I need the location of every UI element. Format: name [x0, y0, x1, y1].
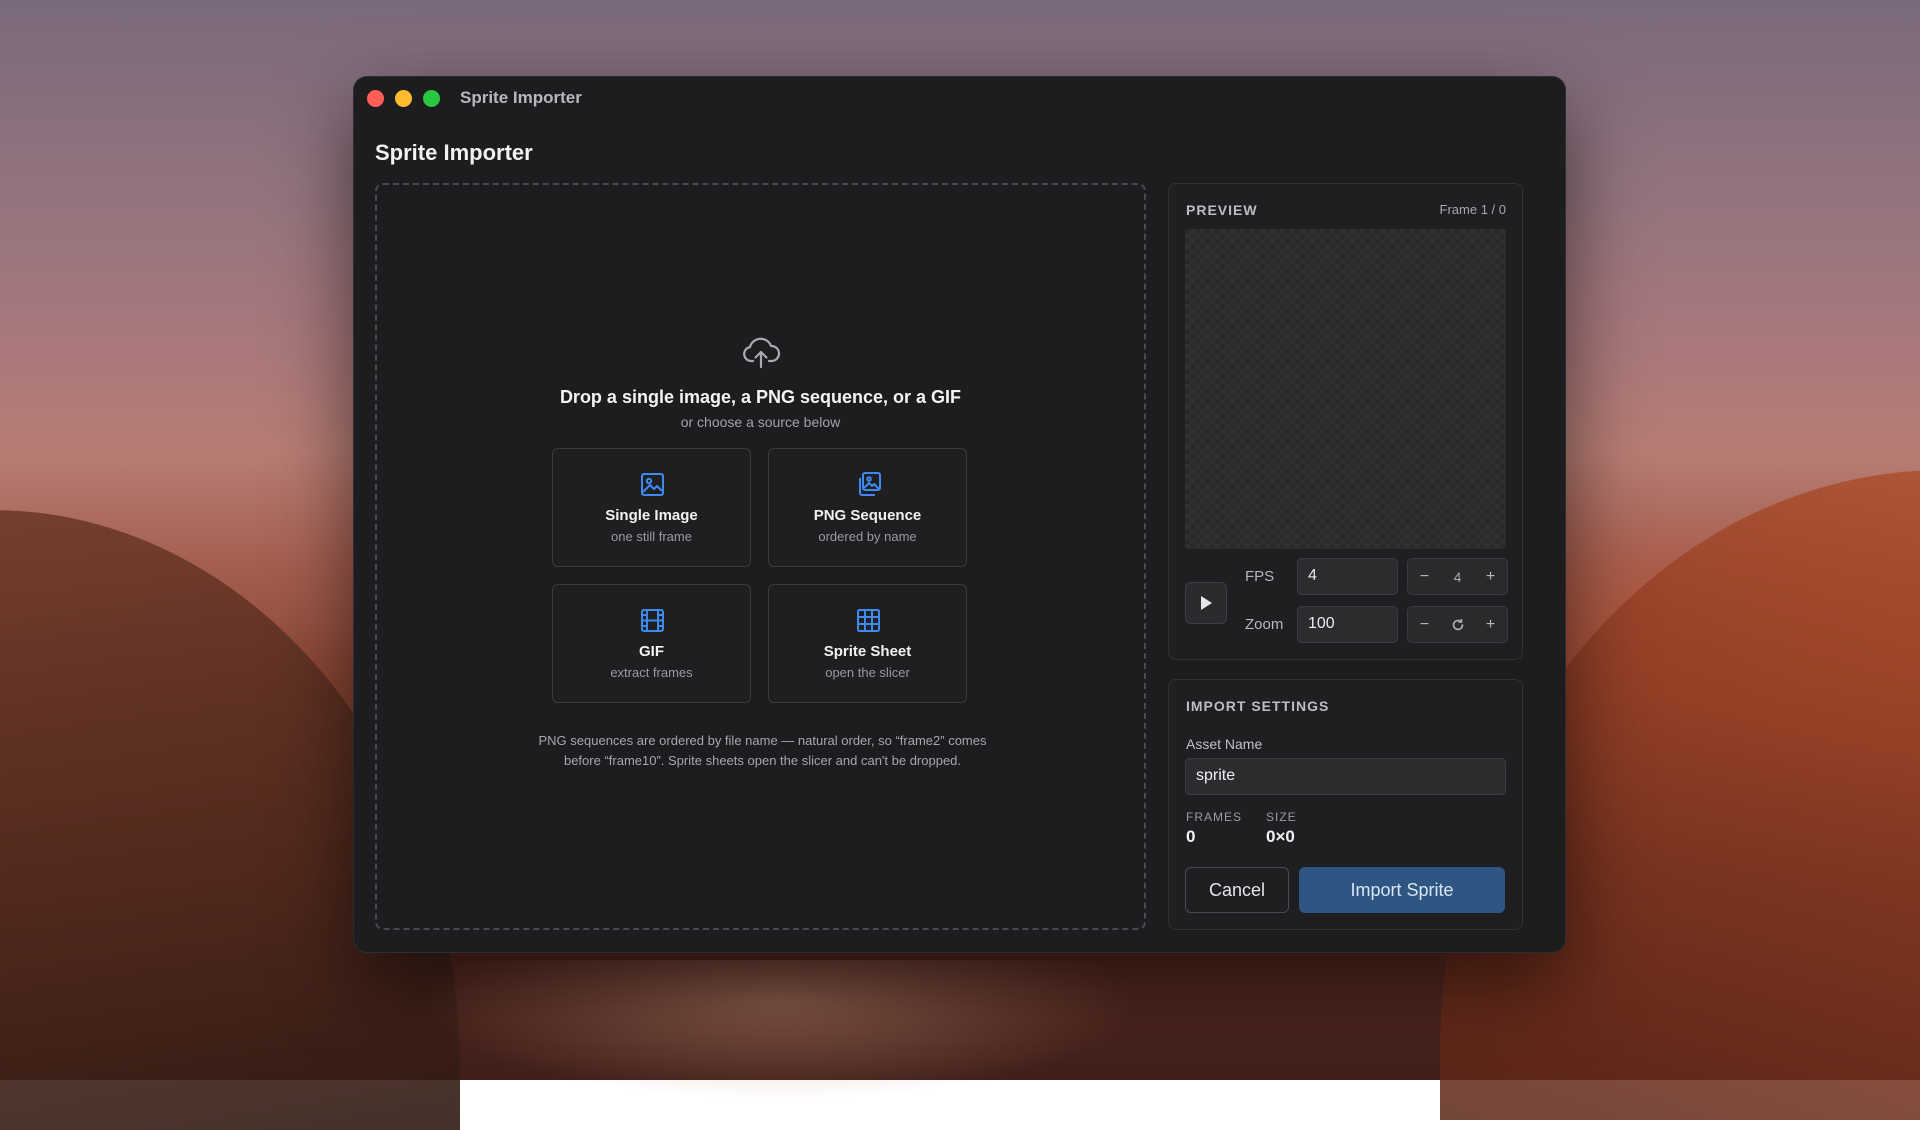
play-icon — [1201, 596, 1212, 610]
preview-panel: PREVIEW Frame 1 / 0 FPS 4 − 4 + Zoom 100… — [1168, 183, 1523, 660]
image-icon — [641, 473, 664, 496]
frame-counter: Frame 1 / 0 — [1439, 202, 1506, 217]
fps-input[interactable]: 4 — [1297, 558, 1398, 595]
title-bar[interactable]: Sprite Importer — [353, 76, 1566, 120]
import-settings-heading: IMPORT SETTINGS — [1186, 698, 1330, 714]
play-button[interactable] — [1185, 582, 1227, 624]
window-controls — [367, 89, 440, 107]
asset-name-label: Asset Name — [1186, 736, 1263, 752]
fps-label: FPS — [1245, 568, 1275, 585]
source-desc: ordered by name — [818, 529, 917, 544]
drop-zone[interactable]: Drop a single image, a PNG sequence, or … — [375, 183, 1146, 930]
window-title: Sprite Importer — [460, 88, 582, 107]
source-single-image-button[interactable]: Single Image one still frame — [552, 448, 751, 567]
images-stack-icon — [859, 472, 881, 496]
import-settings-panel: IMPORT SETTINGS Asset Name sprite FRAMES… — [1168, 679, 1523, 930]
source-gif-button[interactable]: GIF extract frames — [552, 584, 751, 703]
film-icon — [641, 609, 664, 632]
source-name: Single Image — [605, 507, 698, 524]
drop-heading: Drop a single image, a PNG sequence, or … — [559, 387, 962, 407]
source-name: Sprite Sheet — [823, 643, 912, 660]
asset-name-input[interactable]: sprite — [1185, 758, 1506, 795]
fps-stepper: − 4 + — [1407, 558, 1508, 595]
source-name: GIF — [639, 643, 664, 660]
source-desc: extract frames — [610, 665, 693, 680]
wallpaper-trail — [420, 960, 1140, 1100]
source-png-sequence-button[interactable]: PNG Sequence ordered by name — [768, 448, 967, 567]
page-title: Sprite Importer — [375, 140, 533, 165]
zoom-decrement-button[interactable]: − — [1408, 607, 1441, 642]
maximize-window-button[interactable] — [423, 89, 440, 107]
source-sprite-sheet-button[interactable]: Sprite Sheet open the slicer — [768, 584, 967, 703]
fps-decrement-button[interactable]: − — [1408, 559, 1441, 594]
zoom-label: Zoom — [1245, 616, 1284, 633]
zoom-stepper: − + — [1407, 606, 1508, 643]
zoom-reset-button[interactable] — [1441, 607, 1474, 642]
cloud-upload-icon — [743, 337, 781, 369]
import-sprite-button[interactable]: Import Sprite — [1299, 867, 1505, 913]
zoom-increment-button[interactable]: + — [1474, 607, 1507, 642]
sprite-importer-window: Sprite Importer Sprite Importer Drop a s… — [353, 76, 1566, 953]
preview-heading: PREVIEW — [1186, 202, 1258, 218]
drop-help-note: PNG sequences are ordered by file name —… — [538, 733, 987, 768]
minimize-window-button[interactable] — [395, 89, 412, 107]
fps-stepper-value: 4 — [1453, 568, 1462, 585]
source-desc: open the slicer — [825, 665, 910, 680]
source-desc: one still frame — [611, 529, 692, 544]
drop-subheading: or choose a source below — [680, 414, 841, 430]
frames-label: FRAMES — [1186, 810, 1243, 824]
fps-increment-button[interactable]: + — [1474, 559, 1507, 594]
zoom-input[interactable]: 100 — [1297, 606, 1398, 643]
size-label: SIZE — [1266, 810, 1297, 824]
size-value: 0×0 — [1266, 827, 1295, 846]
frames-value: 0 — [1186, 827, 1196, 846]
reset-icon — [1452, 618, 1463, 630]
source-name: PNG Sequence — [813, 507, 922, 524]
grid-icon — [857, 609, 880, 632]
close-window-button[interactable] — [367, 89, 384, 107]
cancel-button[interactable]: Cancel — [1185, 867, 1289, 913]
preview-canvas[interactable] — [1185, 229, 1506, 549]
